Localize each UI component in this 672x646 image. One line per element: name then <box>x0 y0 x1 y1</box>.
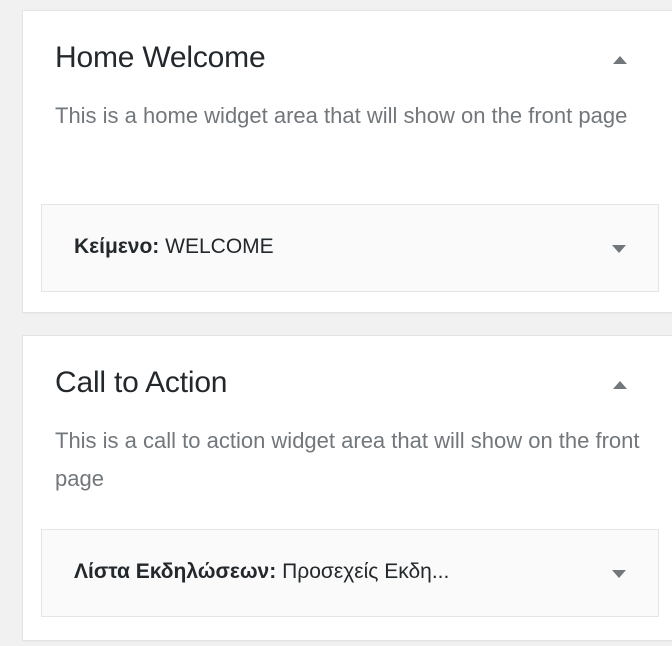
triangle-up-icon <box>613 56 627 64</box>
widget-area-collapse-button[interactable] <box>608 51 632 69</box>
widget-title: Λίστα Εκδηλώσεων: Προσεχείς Εκδη... <box>74 560 449 584</box>
widget-area-description: This is a call to action widget area tha… <box>55 428 640 491</box>
widget-events-list[interactable]: Λίστα Εκδηλώσεων: Προσεχείς Εκδη... <box>41 529 659 617</box>
widget-type-label: Λίστα Εκδηλώσεων: <box>74 560 277 583</box>
widget-instance-title: Προσεχείς Εκδη... <box>282 560 450 583</box>
widget-area-description: This is a home widget area that will sho… <box>55 103 628 128</box>
widget-expand-button[interactable] <box>607 240 631 258</box>
widget-area-call-to-action: Call to Action This is a call to action … <box>22 335 672 641</box>
widget-expand-button[interactable] <box>607 565 631 583</box>
widget-area-title[interactable]: Home Welcome <box>55 41 266 75</box>
triangle-down-icon <box>612 245 626 253</box>
triangle-down-icon <box>612 570 626 578</box>
widget-type-label: Κείμενο: <box>74 235 160 258</box>
widget-area-home-welcome: Home Welcome This is a home widget area … <box>22 10 672 313</box>
widget-title: Κείμενο: WELCOME <box>74 235 274 259</box>
widget-text-welcome[interactable]: Κείμενο: WELCOME <box>41 204 659 292</box>
widget-area-collapse-button[interactable] <box>608 376 632 394</box>
widget-area-title[interactable]: Call to Action <box>55 366 227 400</box>
widget-instance-title: WELCOME <box>165 235 274 258</box>
triangle-up-icon <box>613 381 627 389</box>
